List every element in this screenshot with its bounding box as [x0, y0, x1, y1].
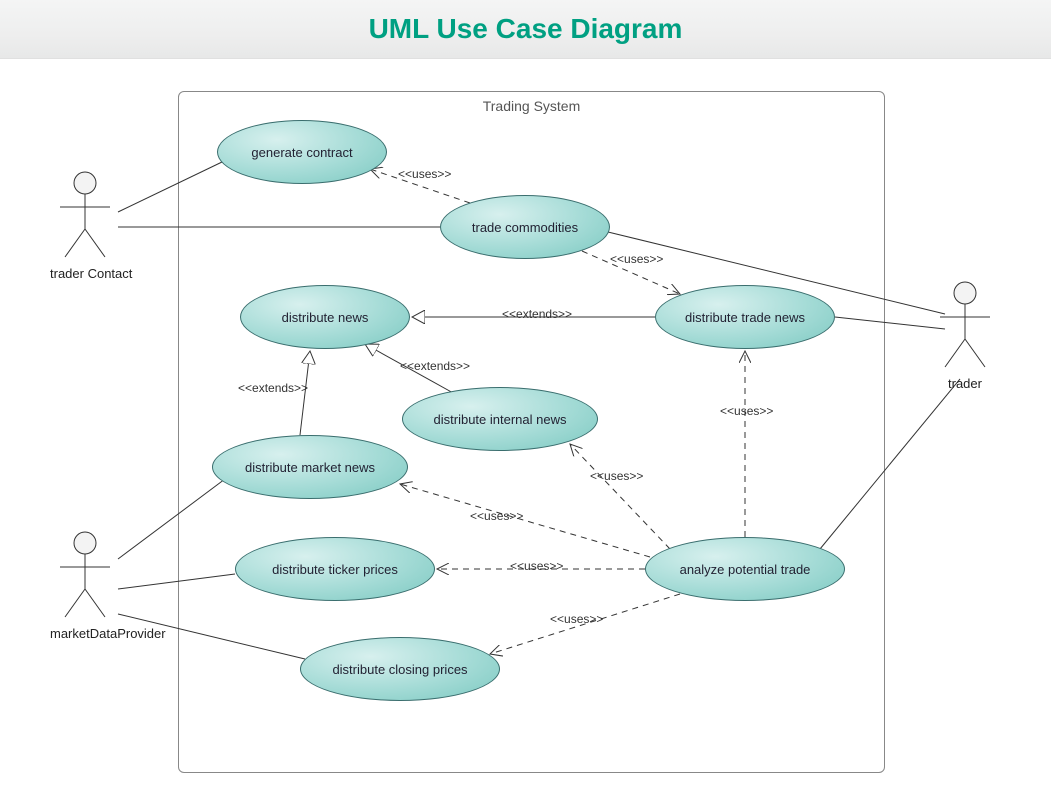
usecase-generate-contract: generate contract: [217, 120, 387, 184]
actor-icon: [930, 279, 1000, 374]
usecase-label: distribute ticker prices: [272, 562, 398, 577]
label-extends-dtn-dn: <<extends>>: [502, 307, 572, 321]
label-uses-apt-dmn: <<uses>>: [470, 509, 523, 523]
usecase-distribute-news: distribute news: [240, 285, 410, 349]
actor-label: marketDataProvider: [50, 626, 120, 641]
label-uses-apt-dtp: <<uses>>: [510, 559, 563, 573]
usecase-analyze-potential-trade: analyze potential trade: [645, 537, 845, 601]
usecase-label: distribute internal news: [434, 412, 567, 427]
label-uses-tc-gc: <<uses>>: [398, 167, 451, 181]
usecase-distribute-market-news: distribute market news: [212, 435, 408, 499]
system-title: Trading System: [179, 98, 884, 114]
usecase-distribute-closing-prices: distribute closing prices: [300, 637, 500, 701]
usecase-trade-commodities: trade commodities: [440, 195, 610, 259]
usecase-label: analyze potential trade: [680, 562, 811, 577]
label-extends-din-dn: <<extends>>: [400, 359, 470, 373]
label-uses-apt-din: <<uses>>: [590, 469, 643, 483]
actor-icon: [50, 529, 120, 624]
actor-label: trader Contact: [50, 266, 120, 281]
page-title: UML Use Case Diagram: [369, 13, 683, 45]
usecase-distribute-trade-news: distribute trade news: [655, 285, 835, 349]
actor-icon: [50, 169, 120, 264]
usecase-label: trade commodities: [472, 220, 578, 235]
actor-trader: trader: [930, 279, 1000, 391]
label-uses-apt-dcp: <<uses>>: [550, 612, 603, 626]
usecase-label: distribute closing prices: [332, 662, 467, 677]
usecase-label: distribute market news: [245, 460, 375, 475]
usecase-distribute-internal-news: distribute internal news: [402, 387, 598, 451]
actor-label: trader: [930, 376, 1000, 391]
usecase-label: distribute trade news: [685, 310, 805, 325]
label-uses-apt-dtn: <<uses>>: [720, 404, 773, 418]
title-bar: UML Use Case Diagram: [0, 0, 1051, 59]
label-uses-tc-dtn: <<uses>>: [610, 252, 663, 266]
actor-market-data-provider: marketDataProvider: [50, 529, 120, 641]
usecase-label: generate contract: [251, 145, 352, 160]
actor-trader-contact: trader Contact: [50, 169, 120, 281]
usecase-label: distribute news: [282, 310, 369, 325]
label-extends-dmn-dn: <<extends>>: [238, 381, 308, 395]
usecase-distribute-ticker-prices: distribute ticker prices: [235, 537, 435, 601]
diagram-canvas: Trading System: [0, 59, 1051, 789]
